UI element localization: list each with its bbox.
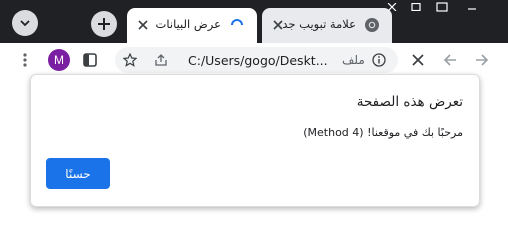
- bookmark-star-icon[interactable]: [121, 51, 139, 69]
- alert-dialog: تعرض هذه الصفحة مرحبًا بك في موقعنا! (Me…: [30, 74, 480, 207]
- restore-icon: [436, 2, 448, 12]
- new-tab-button[interactable]: [91, 11, 117, 37]
- close-icon: [138, 20, 148, 30]
- close-window-button[interactable]: [380, 0, 404, 14]
- dialog-title: تعرض هذه الصفحة: [356, 94, 463, 110]
- side-panel-icon[interactable]: [81, 51, 99, 69]
- share-icon[interactable]: [152, 51, 170, 69]
- address-url: C:/Users/gogo/Deskt...: [188, 53, 328, 68]
- info-icon[interactable]: [370, 51, 388, 69]
- menu-dots-icon[interactable]: [16, 51, 34, 69]
- tab-title: عرض البيانات: [155, 17, 221, 31]
- forward-icon[interactable]: [473, 51, 491, 69]
- profile-avatar[interactable]: M: [48, 49, 70, 71]
- tab-new-tab[interactable]: علامة تبويب جد: [262, 8, 392, 43]
- loading-spinner-icon: [229, 17, 245, 33]
- chevron-down-icon: [20, 20, 30, 27]
- tab-search-button[interactable]: [12, 10, 38, 36]
- plus-icon: [98, 18, 110, 30]
- tab-title: علامة تبويب جد: [282, 17, 356, 31]
- tab-close-button[interactable]: [135, 17, 151, 33]
- chrome-icon: [364, 17, 380, 33]
- address-bar[interactable]: C:/Users/gogo/Deskt... ملف: [115, 47, 398, 73]
- minimize-button[interactable]: [460, 0, 484, 14]
- restore-button[interactable]: [430, 0, 454, 14]
- minimize-icon: [468, 8, 476, 10]
- maximize-button[interactable]: [404, 0, 428, 14]
- maximize-icon: [411, 3, 421, 11]
- browser-toolbar: M C:/Users/gogo/Deskt... ملف: [0, 43, 508, 77]
- stop-icon[interactable]: [409, 51, 427, 69]
- dialog-message: مرحبًا بك في موقعنا! (Method 4): [303, 126, 463, 139]
- back-icon[interactable]: [441, 51, 459, 69]
- tab-strip: عرض البيانات علامة تبويب جد: [0, 0, 508, 43]
- site-info-label: ملف: [342, 53, 365, 67]
- close-icon: [387, 3, 397, 11]
- tab-view-data[interactable]: عرض البيانات: [127, 8, 257, 43]
- ok-button[interactable]: حسنًا: [46, 158, 110, 189]
